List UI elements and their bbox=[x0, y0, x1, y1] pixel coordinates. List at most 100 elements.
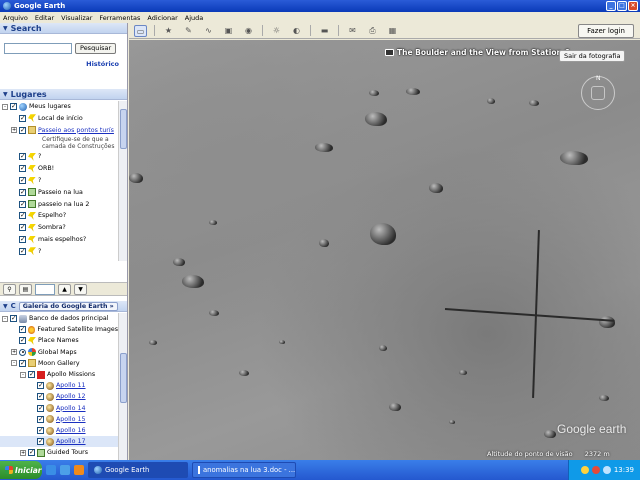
menu-editar[interactable]: Editar bbox=[35, 14, 54, 22]
path-icon[interactable]: ∿ bbox=[202, 25, 215, 37]
expand-icon[interactable]: + bbox=[20, 449, 26, 456]
tree-item[interactable]: Featured Satellite Images bbox=[0, 324, 118, 335]
start-button[interactable]: Iniciar bbox=[0, 461, 42, 479]
print-icon[interactable]: ⎙ bbox=[366, 25, 379, 37]
tree-item[interactable]: + Global Maps bbox=[0, 347, 118, 358]
task-word-document[interactable]: anomalias na lua 3.doc - ... bbox=[192, 462, 296, 478]
collapse-icon[interactable]: - bbox=[20, 371, 26, 378]
tree-item[interactable]: - Moon Gallery bbox=[0, 358, 118, 369]
collapse-icon[interactable]: - bbox=[2, 103, 8, 110]
layer-radio[interactable] bbox=[19, 348, 26, 356]
tree-item[interactable]: + Guided Tours bbox=[0, 447, 118, 458]
tray-volume-icon[interactable] bbox=[602, 466, 611, 474]
history-link[interactable]: Histórico bbox=[86, 60, 119, 68]
layer-checkbox[interactable] bbox=[19, 235, 26, 243]
layer-checkbox[interactable] bbox=[37, 415, 44, 423]
tree-item[interactable]: - Meus lugares bbox=[0, 101, 118, 112]
ruler-icon[interactable]: ▬ bbox=[318, 25, 331, 37]
tree-item[interactable]: Apollo 11 bbox=[0, 380, 118, 391]
earth-gallery-button[interactable]: Galeria do Google Earth » bbox=[18, 301, 118, 311]
expand-icon[interactable]: + bbox=[11, 349, 17, 356]
show-desktop-icon[interactable] bbox=[46, 465, 56, 475]
tray-network-icon[interactable] bbox=[580, 466, 589, 474]
tree-item[interactable]: ORB! bbox=[0, 163, 118, 174]
layer-checkbox[interactable] bbox=[37, 437, 44, 446]
tree-item[interactable]: + Passeio aos pontos turís bbox=[0, 125, 118, 136]
menu-adicionar[interactable]: Adicionar bbox=[147, 14, 177, 22]
task-google-earth[interactable]: Google Earth bbox=[88, 462, 188, 478]
search-header[interactable]: ▼ Search bbox=[0, 23, 127, 34]
layer-checkbox[interactable] bbox=[28, 448, 35, 457]
tree-item[interactable]: ? bbox=[0, 175, 118, 186]
tree-item[interactable]: Local de início bbox=[0, 113, 118, 124]
layers-tab-label[interactable]: C bbox=[11, 302, 16, 310]
layers-scrollbar[interactable] bbox=[118, 313, 127, 460]
internet-explorer-icon[interactable] bbox=[60, 465, 70, 475]
places-header[interactable]: ▼ Lugares bbox=[0, 89, 127, 100]
places-scroll-thumb[interactable] bbox=[120, 109, 127, 149]
layer-checkbox[interactable] bbox=[19, 200, 26, 208]
tree-item[interactable]: - Apollo Missions bbox=[0, 369, 118, 380]
layer-checkbox[interactable] bbox=[19, 126, 26, 134]
tree-item[interactable]: Apollo 12 bbox=[0, 391, 118, 402]
layer-checkbox[interactable] bbox=[18, 325, 26, 334]
layer-checkbox[interactable] bbox=[10, 102, 17, 110]
moon-photo-view[interactable]: The Boulder and the View from Station 6 … bbox=[129, 40, 640, 460]
tree-item[interactable]: - Banco de dados principal bbox=[0, 313, 118, 324]
historical-imagery-icon[interactable]: ☼ bbox=[270, 25, 283, 37]
email-icon[interactable]: ✉ bbox=[346, 25, 359, 37]
planets-icon[interactable]: ◐ bbox=[290, 25, 303, 37]
tree-item[interactable]: Sombra? bbox=[0, 222, 118, 233]
google-maps-icon[interactable]: ▦ bbox=[386, 25, 399, 37]
collapse-icon[interactable]: - bbox=[2, 315, 8, 322]
tray-security-icon[interactable] bbox=[591, 466, 600, 474]
tree-item[interactable]: mais espelhos? bbox=[0, 234, 118, 245]
tree-item[interactable]: passeio na lua 2 bbox=[0, 199, 118, 210]
login-button[interactable]: Fazer login bbox=[578, 24, 634, 38]
layers-scroll-thumb[interactable] bbox=[120, 353, 127, 403]
menu-ferramentas[interactable]: Ferramentas bbox=[99, 14, 140, 22]
tree-item[interactable]: Apollo 14 bbox=[0, 403, 118, 414]
layer-checkbox[interactable] bbox=[19, 188, 26, 196]
layer-checkbox[interactable] bbox=[19, 176, 26, 184]
layer-checkbox[interactable] bbox=[28, 370, 35, 378]
exit-photo-button[interactable]: Sair da fotografia bbox=[559, 50, 626, 62]
navigation-control[interactable]: N bbox=[581, 75, 615, 110]
tour-record-icon[interactable]: ◉ bbox=[242, 25, 255, 37]
collapse-icon[interactable]: - bbox=[11, 360, 17, 367]
sidebar-toggle-icon[interactable]: ▭ bbox=[134, 24, 147, 37]
tree-item[interactable]: ? bbox=[0, 151, 118, 162]
collapse-triangle-icon[interactable]: ▼ bbox=[3, 303, 8, 310]
tree-item[interactable]: Apollo 16 bbox=[0, 425, 118, 436]
tree-item[interactable]: Apollo 15 bbox=[0, 414, 118, 425]
tree-item[interactable]: ? bbox=[0, 246, 118, 257]
minimize-button[interactable]: _ bbox=[606, 1, 616, 11]
places-scrollbar[interactable] bbox=[118, 101, 127, 261]
tree-item[interactable]: Passeio na lua bbox=[0, 187, 118, 198]
menu-ajuda[interactable]: Ajuda bbox=[185, 14, 203, 22]
polygon-icon[interactable]: ✎ bbox=[182, 25, 195, 37]
tree-item[interactable]: Apollo 17 bbox=[0, 436, 118, 448]
expand-icon[interactable]: + bbox=[11, 127, 17, 134]
layer-checkbox[interactable] bbox=[19, 152, 26, 161]
firefox-icon[interactable] bbox=[74, 465, 84, 475]
layer-checkbox[interactable] bbox=[19, 164, 26, 173]
layer-checkbox[interactable] bbox=[19, 114, 26, 122]
menu-arquivo[interactable]: Arquivo bbox=[3, 14, 28, 22]
search-input[interactable] bbox=[4, 43, 72, 54]
menu-visualizar[interactable]: Visualizar bbox=[61, 14, 92, 22]
tree-item[interactable]: Espelho? bbox=[0, 210, 118, 221]
close-button[interactable]: × bbox=[628, 1, 638, 11]
placemark-icon[interactable]: ★ bbox=[162, 25, 175, 37]
look-joystick-icon[interactable] bbox=[591, 86, 605, 100]
layer-checkbox[interactable] bbox=[19, 211, 26, 220]
search-button[interactable]: Pesquisar bbox=[75, 43, 117, 54]
tree-item[interactable]: Place Names bbox=[0, 335, 118, 346]
layer-checkbox[interactable] bbox=[37, 381, 44, 390]
layer-checkbox[interactable] bbox=[19, 359, 26, 367]
layer-checkbox[interactable] bbox=[10, 314, 17, 322]
layer-checkbox[interactable] bbox=[19, 336, 26, 345]
overlay-icon[interactable]: ▣ bbox=[222, 25, 235, 37]
layer-checkbox[interactable] bbox=[19, 223, 26, 232]
layer-checkbox[interactable] bbox=[37, 404, 44, 412]
